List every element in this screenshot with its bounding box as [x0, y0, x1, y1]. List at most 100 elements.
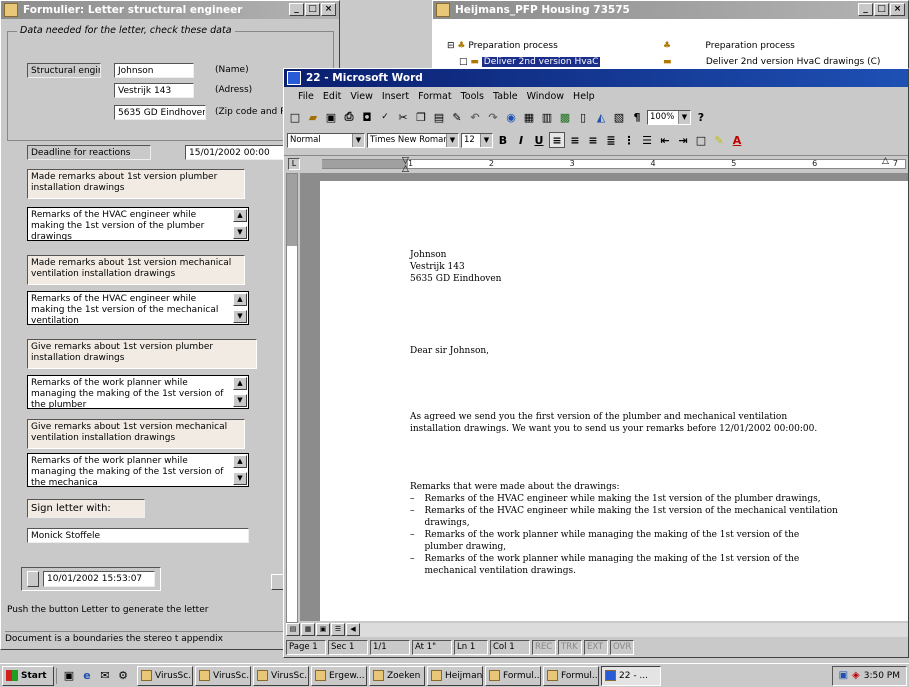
browser-icon[interactable]: e: [79, 668, 95, 684]
format-painter-icon[interactable]: ✎: [449, 109, 465, 125]
sign-field[interactable]: Monick Stoffele: [27, 528, 249, 543]
maximize-button[interactable]: □: [305, 3, 320, 16]
taskbar-task[interactable]: Heijmans...: [427, 665, 483, 686]
outline-view-icon[interactable]: ☰: [331, 623, 345, 636]
close-button[interactable]: ×: [321, 3, 336, 16]
numbering-icon[interactable]: ⋮: [621, 132, 637, 148]
memo-scrollbar[interactable]: ▲ ▼: [233, 455, 247, 485]
tray-antivirus-icon[interactable]: ◈: [852, 670, 860, 681]
taskbar-task[interactable]: VirusSc...: [253, 665, 309, 686]
remark-memo-2[interactable]: Remarks of the HVAC engineer while makin…: [27, 291, 249, 325]
copy-icon[interactable]: ❐: [413, 109, 429, 125]
horizontal-scrollbar[interactable]: [360, 623, 908, 637]
menu-window[interactable]: Window: [527, 89, 564, 105]
address-field[interactable]: Vestrijk 143: [114, 83, 194, 98]
borders-icon[interactable]: □: [693, 132, 709, 148]
spelling-icon[interactable]: ✓: [377, 109, 393, 125]
highlight-icon[interactable]: ✎: [711, 132, 727, 148]
taskbar-task-active[interactable]: 22 - ...: [601, 665, 661, 686]
tree-item-1[interactable]: ⊟ ♣ Preparation process: [447, 41, 558, 51]
mail-icon[interactable]: ✉: [97, 668, 113, 684]
tables-borders-icon[interactable]: ▦: [521, 109, 537, 125]
cut-icon[interactable]: ✂: [395, 109, 411, 125]
horizontal-ruler[interactable]: L 1 2 3 4 5 6 7 ▽ △ △: [284, 155, 908, 174]
memo-scrollbar[interactable]: ▲ ▼: [233, 209, 247, 239]
redo-icon[interactable]: ↷: [485, 109, 501, 125]
decrease-indent-icon[interactable]: ⇤: [657, 132, 673, 148]
indent-marker-icon[interactable]: ▽ △: [402, 157, 409, 174]
scroll-up-icon[interactable]: ▲: [233, 293, 247, 306]
status-trk[interactable]: TRK: [558, 640, 582, 655]
menu-file[interactable]: File: [298, 89, 314, 105]
scroll-up-icon[interactable]: ▲: [233, 209, 247, 222]
document-map-icon[interactable]: ▧: [611, 109, 627, 125]
increase-indent-icon[interactable]: ⇥: [675, 132, 691, 148]
save-icon[interactable]: ▣: [323, 109, 339, 125]
taskbar-task[interactable]: Ergew...: [311, 665, 367, 686]
justify-icon[interactable]: ≣: [603, 132, 619, 148]
menu-format[interactable]: Format: [418, 89, 451, 105]
memo-scrollbar[interactable]: ▲ ▼: [233, 377, 247, 407]
columns-icon[interactable]: ▯: [575, 109, 591, 125]
name-field[interactable]: Johnson: [114, 63, 194, 78]
open-folder-icon[interactable]: ▰: [305, 109, 321, 125]
heijmans-titlebar[interactable]: Heijmans_PFP Housing 73575 _ □ ×: [433, 1, 908, 19]
remark-memo-4[interactable]: Remarks of the work planner while managi…: [27, 453, 249, 487]
minimize-button[interactable]: _: [858, 3, 873, 16]
bold-icon[interactable]: B: [495, 132, 511, 148]
word-titlebar[interactable]: 22 - Microsoft Word: [284, 69, 908, 87]
letter-button[interactable]: [27, 571, 39, 587]
scroll-down-icon[interactable]: ▼: [233, 226, 247, 239]
undo-icon[interactable]: ↶: [467, 109, 483, 125]
memo-scrollbar[interactable]: ▲ ▼: [233, 293, 247, 323]
italic-icon[interactable]: I: [513, 132, 529, 148]
show-hide-icon[interactable]: ¶: [629, 109, 645, 125]
font-select[interactable]: Times New Roman ▼: [367, 132, 459, 148]
status-rec[interactable]: REC: [532, 640, 556, 655]
tree-item-2[interactable]: □ ▬ Deliver 2nd version HvaC: [459, 57, 601, 67]
deadline-field[interactable]: 15/01/2002 00:00: [185, 145, 285, 160]
new-document-icon[interactable]: □: [287, 109, 303, 125]
align-center-icon[interactable]: ≡: [567, 132, 583, 148]
taskbar-task[interactable]: Formul...: [543, 665, 599, 686]
tray-network-icon[interactable]: ▣: [839, 670, 848, 681]
style-select[interactable]: Normal ▼: [287, 132, 365, 148]
status-ext[interactable]: EXT: [584, 640, 608, 655]
font-color-icon[interactable]: A: [729, 132, 745, 148]
document-page[interactable]: Johnson Vestrijk 143 5635 GD Eindhoven D…: [320, 181, 908, 621]
normal-view-icon[interactable]: ▤: [286, 623, 300, 636]
taskbar-task[interactable]: VirusSc...: [195, 665, 251, 686]
drawing-icon[interactable]: ◭: [593, 109, 609, 125]
scroll-down-icon[interactable]: ▼: [233, 394, 247, 407]
insert-excel-icon[interactable]: ▩: [557, 109, 573, 125]
remark-memo-3[interactable]: Remarks of the work planner while managi…: [27, 375, 249, 409]
hyperlink-icon[interactable]: ◉: [503, 109, 519, 125]
right-indent-marker-icon[interactable]: △: [882, 157, 889, 166]
scroll-down-icon[interactable]: ▼: [233, 310, 247, 323]
scroll-left-icon[interactable]: ◀: [346, 623, 360, 636]
web-layout-icon[interactable]: ▦: [301, 623, 315, 636]
form-window-titlebar[interactable]: Formulier: Letter structural engineer _ …: [1, 1, 339, 19]
scroll-up-icon[interactable]: ▲: [233, 455, 247, 468]
desktop-icon[interactable]: ▣: [61, 668, 77, 684]
bullets-icon[interactable]: ☰: [639, 132, 655, 148]
minimize-button[interactable]: _: [289, 3, 304, 16]
print-preview-icon[interactable]: ◘: [359, 109, 375, 125]
align-left-icon[interactable]: ≡: [549, 132, 565, 148]
menu-view[interactable]: View: [350, 89, 373, 105]
start-button[interactable]: Start: [2, 665, 54, 686]
zoom-select[interactable]: 100% ▼: [647, 109, 691, 125]
print-layout-icon[interactable]: ▣: [316, 623, 330, 636]
scroll-down-icon[interactable]: ▼: [233, 472, 247, 485]
taskbar-task[interactable]: VirusSc...: [137, 665, 193, 686]
menu-tools[interactable]: Tools: [461, 89, 484, 105]
print-icon[interactable]: ⎙: [341, 109, 357, 125]
menu-help[interactable]: Help: [573, 89, 595, 105]
menu-edit[interactable]: Edit: [323, 89, 341, 105]
remark-memo-1[interactable]: Remarks of the HVAC engineer while makin…: [27, 207, 249, 241]
vertical-ruler[interactable]: [286, 173, 298, 623]
status-ovr[interactable]: OVR: [610, 640, 634, 655]
menu-insert[interactable]: Insert: [382, 89, 409, 105]
help-icon[interactable]: ?: [693, 109, 709, 125]
taskbar-task[interactable]: Zoeken ...: [369, 665, 425, 686]
